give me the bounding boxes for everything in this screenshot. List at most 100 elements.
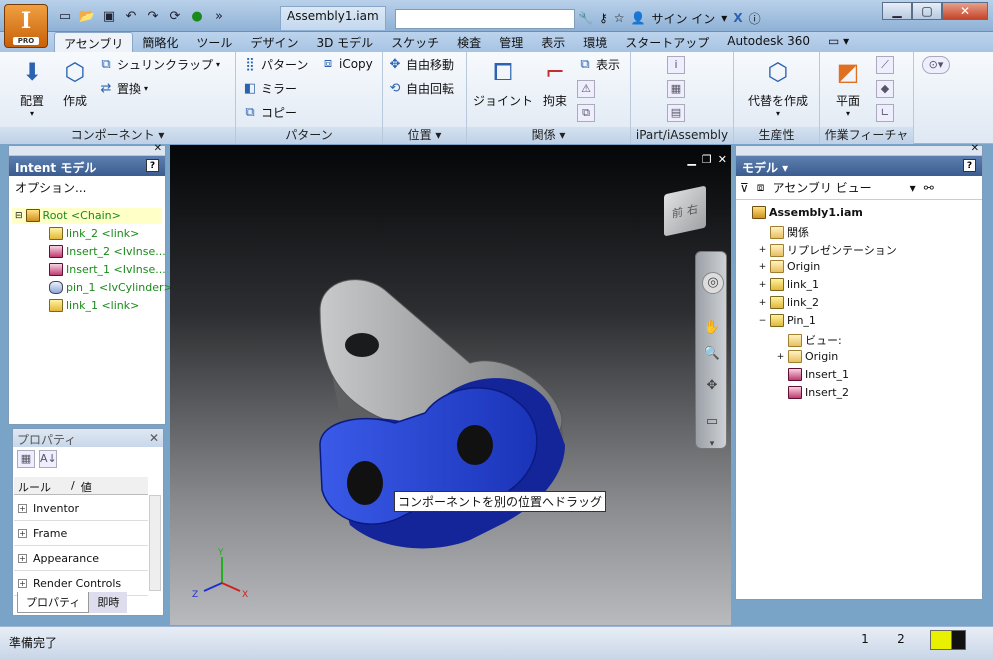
sort-alpha-icon[interactable]: A↓ [39,450,57,468]
icopy-button[interactable]: ⧈ iCopy [320,56,373,71]
look-at-icon[interactable]: ▭ [702,412,722,432]
orbit-icon[interactable]: ✥ [702,376,722,396]
tree-item[interactable]: ビュー: [776,332,842,348]
filter-icon[interactable]: ⊽ [740,181,749,195]
substitute-button[interactable]: ⬡ 代替を作成 ▾ [742,56,814,118]
expand-icon[interactable]: + [758,262,767,272]
tab-simplify[interactable]: 簡略化 [133,32,187,52]
pattern-button[interactable]: ⣿ パターン [242,56,308,73]
expand-icon[interactable]: + [18,579,27,588]
dropdown-arrow-icon[interactable]: ▾ [721,11,727,25]
constrain-button[interactable]: ⌐ 拘束 [537,56,573,109]
key-icon[interactable]: ⚷ [599,11,608,25]
replace-button[interactable]: ⇄ 置換 ▾ [98,80,148,97]
position-panel-title[interactable]: 位置 ▾ [383,127,466,144]
help-icon[interactable]: ? [963,159,976,172]
viewcube[interactable]: 前 右 [664,185,706,237]
graphics-viewport[interactable]: ▁ ❐ ✕ 前 右 Y X Z [170,145,731,625]
expand-icon[interactable]: + [18,554,27,563]
expand-icon[interactable]: + [18,504,27,513]
generate-files-icon[interactable]: ▦ [667,80,685,98]
traffic-light-icon[interactable]: ● [188,8,206,26]
maximize-button[interactable]: ▢ [912,2,942,20]
viewcube-right-face[interactable]: 右 [687,200,698,218]
free-rotate-button[interactable]: ⟲ 自由回転 [387,80,454,97]
expand-icon[interactable]: + [758,298,767,308]
ribbon-expand-icon[interactable]: ⊙▾ [922,56,950,74]
show-button[interactable]: ⧉ 表示 [577,56,620,73]
update-icon[interactable]: ⟳ [166,8,184,26]
properties-scrollbar[interactable] [149,495,161,591]
help-icon[interactable]: ⓘ [749,10,761,27]
create-button[interactable]: ⬡ 作成 [58,56,92,109]
tree-item[interactable]: pin_1 <IvCylinder> [49,281,173,294]
tab-inspect[interactable]: 検査 [448,32,490,52]
sign-in-link[interactable]: サイン イン [651,10,715,27]
exchange-apps-icon[interactable]: X [733,11,742,25]
place-button[interactable]: ⬇ 配置 ▾ [12,56,52,118]
tab-autodesk-360[interactable]: Autodesk 360 [718,32,819,52]
hide-all-icon[interactable]: ⧉ [577,104,595,122]
tab-tools[interactable]: ツール [187,32,241,52]
star-icon[interactable]: ☆ [614,11,625,25]
copy-button[interactable]: ⧉ コピー [242,104,297,121]
nav-bar-options-icon[interactable]: ▾ [702,434,722,454]
tab-environments[interactable]: 環境 [574,32,616,52]
tab-sketch[interactable]: スケッチ [382,32,448,52]
assembly-view-dropdown[interactable]: アセンブリ ビュー [772,179,871,196]
close-icon[interactable]: ✕ [971,143,979,154]
tab-3d-model[interactable]: 3D モデル [307,32,382,52]
close-icon[interactable]: ✕ [154,143,162,154]
show-sick-icon[interactable]: ⚠ [577,80,595,98]
tree-item[interactable]: Insert_1 [776,368,849,381]
tab-get-started[interactable]: スタートアップ [616,32,718,52]
zoom-icon[interactable]: 🔍 [702,344,722,364]
open-folder-icon[interactable]: 📂 [78,8,96,26]
new-file-icon[interactable]: ▭ [56,8,74,26]
minimize-button[interactable]: ▁ [882,2,912,20]
tree-item[interactable]: Insert_2 [776,386,849,399]
pan-icon[interactable]: ✋ [702,318,722,338]
dropdown-arrow-icon[interactable]: ▾ [910,181,916,195]
expand-icon[interactable]: + [18,529,27,538]
application-menu-button[interactable]: I PRO [4,4,48,48]
joint-button[interactable]: ⧠ ジョイント [471,56,535,109]
tab-manage[interactable]: 管理 [490,32,532,52]
close-icon[interactable]: ✕ [149,431,159,445]
tree-item[interactable]: ⊟ Root <Chain> [15,209,121,222]
undo-icon[interactable]: ↶ [122,8,140,26]
property-group-row[interactable]: + Inventor [14,497,148,521]
tree-item[interactable]: − Pin_1 [758,314,816,327]
overflow-chevron-icon[interactable]: » [210,8,228,26]
component-panel-title[interactable]: コンポーネント ▾ [0,127,235,144]
model-panel-title[interactable]: モデル ▾ [742,159,788,175]
ucs-icon[interactable]: ∟ [876,104,894,122]
expand-icon[interactable]: + [758,245,767,255]
close-button[interactable]: ✕ [942,2,988,20]
redo-icon[interactable]: ↷ [144,8,162,26]
tree-item[interactable]: Assembly1.iam [740,206,863,219]
help-icon[interactable]: ? [146,159,159,172]
free-move-button[interactable]: ✥ 自由移動 [387,56,454,73]
save-icon[interactable]: ▣ [100,8,118,26]
tab-view[interactable]: 表示 [532,32,574,52]
tree-item[interactable]: link_2 <link> [49,227,139,240]
tree-item[interactable]: 関係 [758,224,809,240]
mirror-button[interactable]: ◧ ミラー [242,80,297,97]
document-tab[interactable]: Assembly1.iam [280,6,386,30]
tree-item[interactable]: + リプレゼンテーション [758,242,897,258]
shrinkwrap-button[interactable]: ⧉ シュリンクラップ ▾ [98,56,220,73]
search-input[interactable] [395,9,575,29]
edit-table-icon[interactable]: ▤ [667,104,685,122]
collapse-icon[interactable]: ⊟ [15,211,23,221]
tab-design[interactable]: デザイン [241,32,307,52]
property-group-row[interactable]: + Frame [14,522,148,546]
tree-item[interactable]: link_1 <link> [49,299,139,312]
user-icon[interactable]: 👤 [631,11,646,25]
tab-assembly[interactable]: アセンブリ [54,32,134,52]
create-ipart-icon[interactable]: i [667,56,685,74]
expand-icon[interactable]: + [776,352,785,362]
steering-wheel-icon[interactable]: ◎ [702,272,724,294]
tree-item[interactable]: + Origin [776,350,838,363]
expand-icon[interactable]: + [758,280,767,290]
